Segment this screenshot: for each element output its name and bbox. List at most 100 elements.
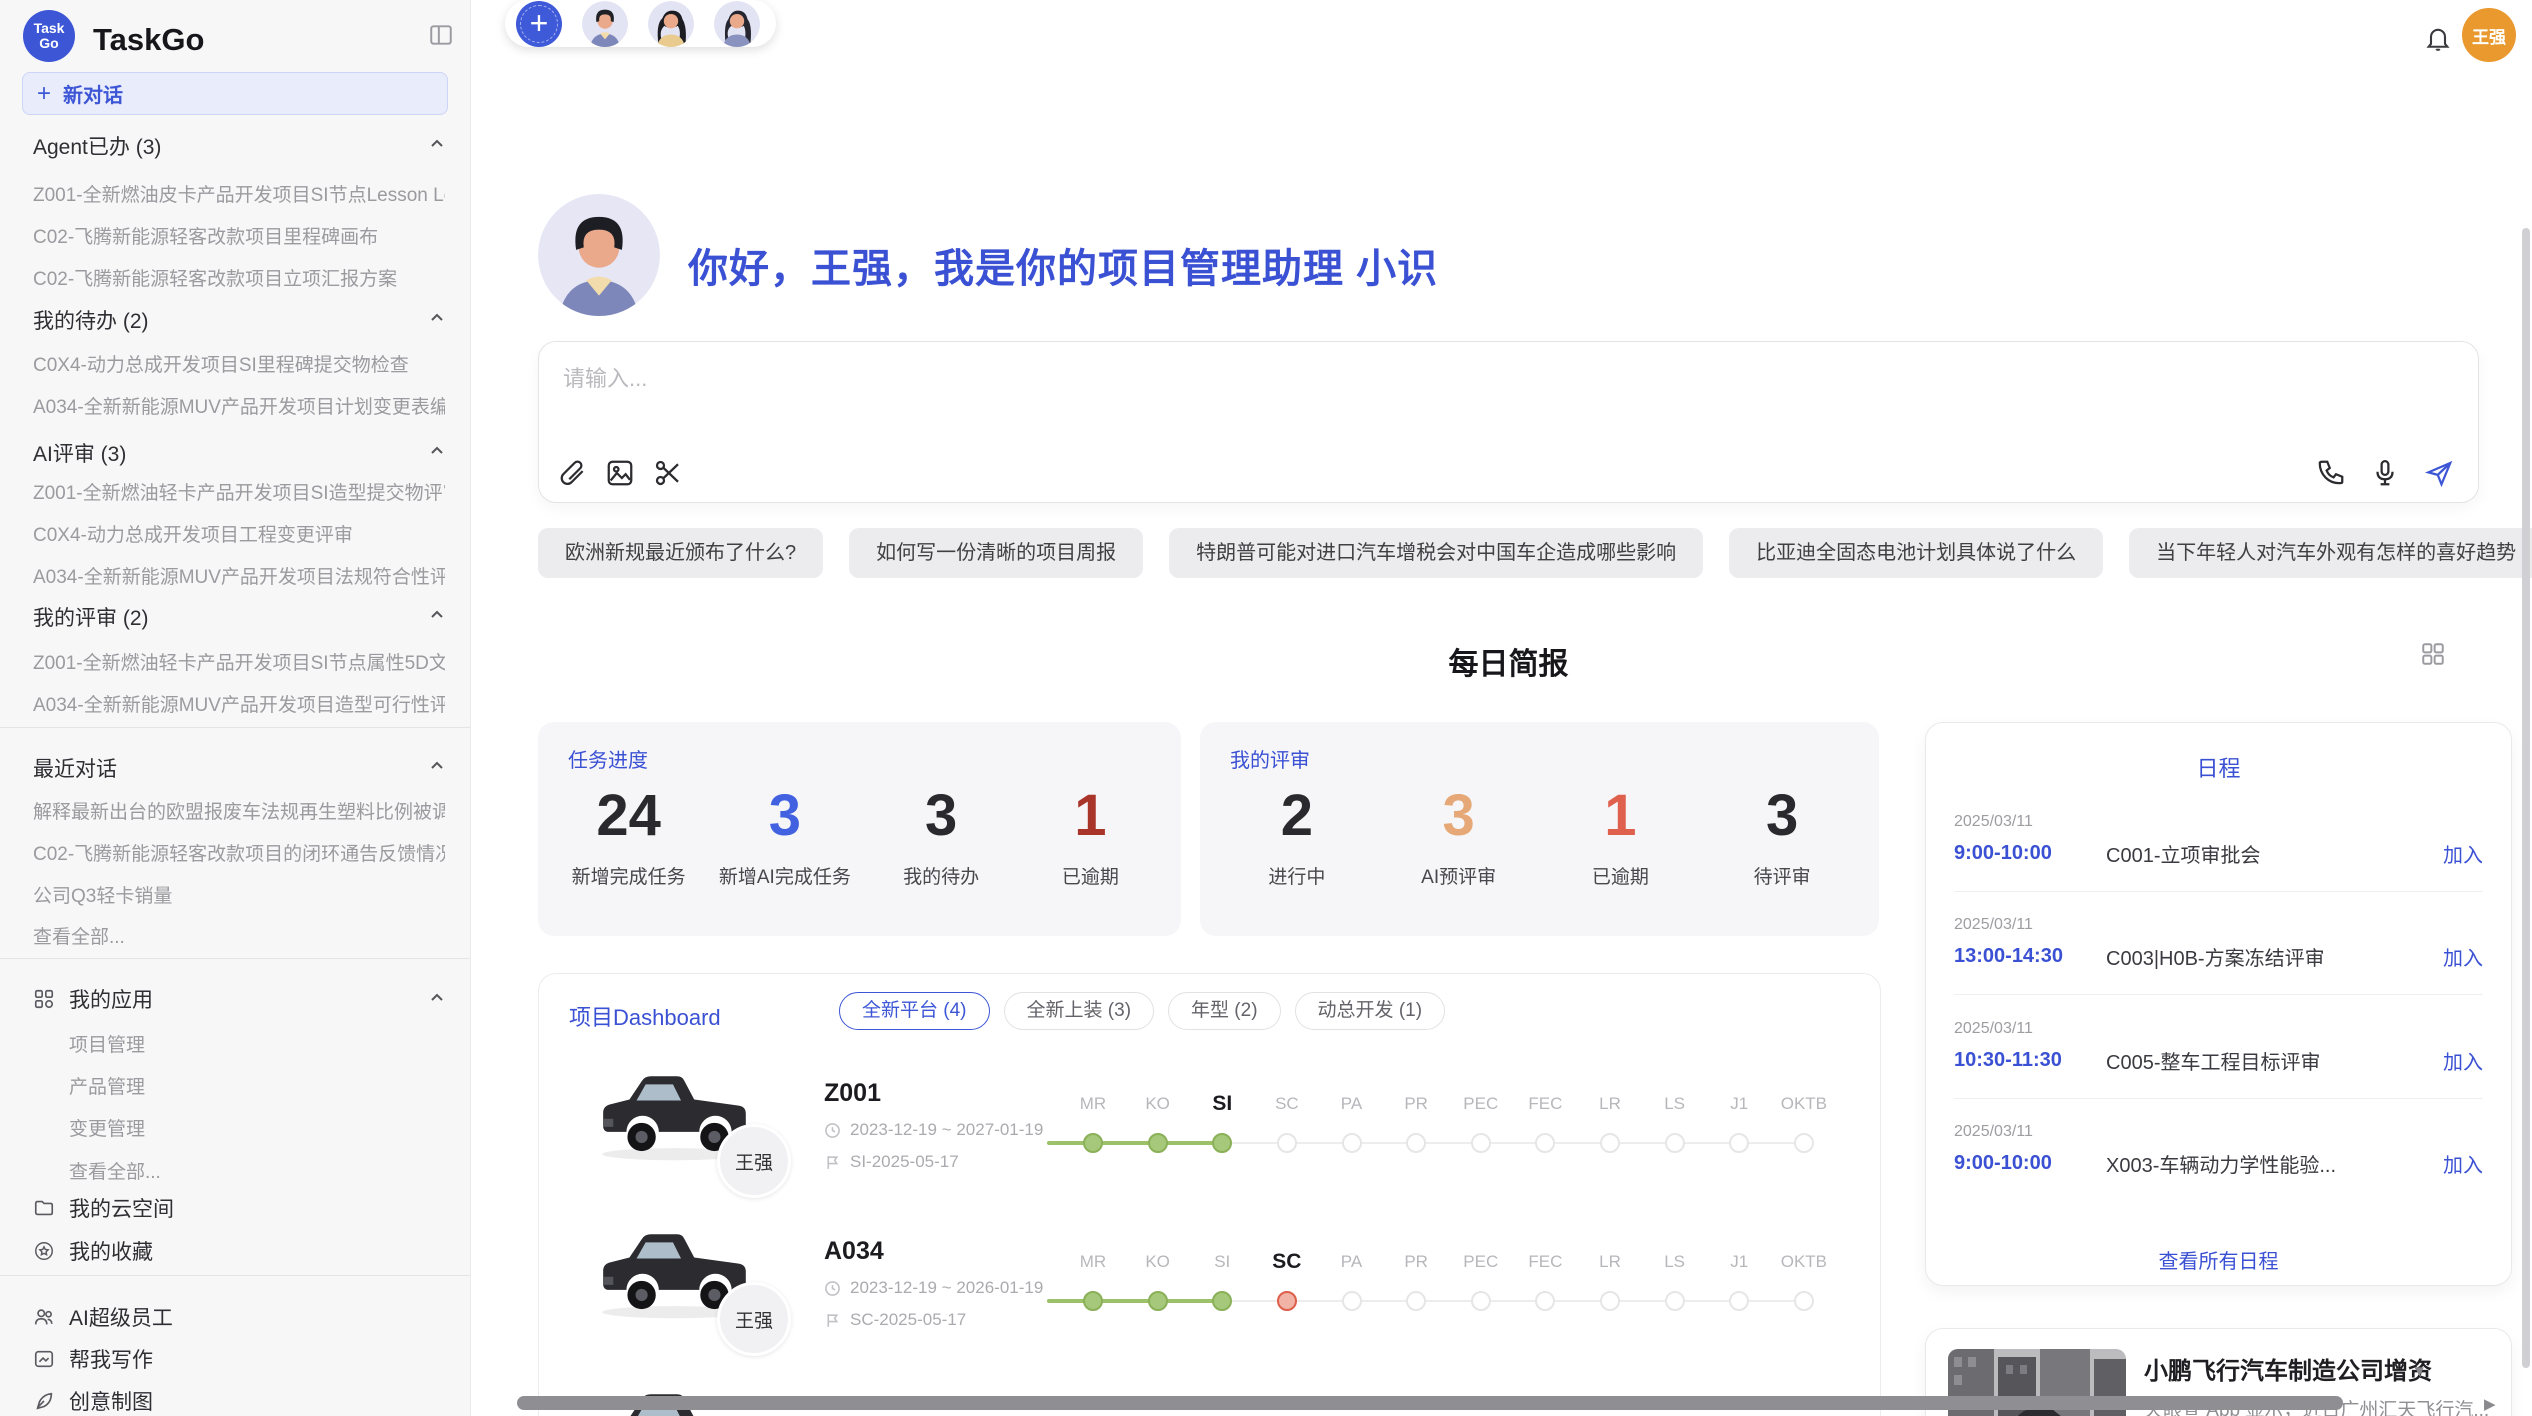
join-button[interactable]: 加入 — [2443, 1046, 2483, 1075]
sidebar-item-my-apps[interactable]: 我的应用 — [33, 984, 153, 1014]
stat-label: 进行中 — [1238, 862, 1356, 889]
chat-input[interactable] — [561, 358, 1965, 400]
avatar[interactable] — [714, 1, 760, 47]
new-chat-button[interactable]: + 新对话 — [22, 72, 448, 115]
scroll-right-arrow[interactable]: ▶ — [2484, 1397, 2496, 1412]
suggestion-chip[interactable]: 欧洲新规最近颁布了什么? — [538, 528, 823, 578]
project-name[interactable]: Z001 — [824, 1079, 881, 1108]
sidebar-item-cloud[interactable]: 我的云空间 — [33, 1193, 174, 1223]
view-all-schedule-link[interactable]: 查看所有日程 — [1926, 1245, 2511, 1274]
schedule-time: 9:00-10:00 — [1954, 1152, 2106, 1175]
sidebar-item-favorites[interactable]: 我的收藏 — [33, 1236, 153, 1266]
stat-new-done: 24 新增完成任务 — [570, 782, 688, 889]
stat-label: 已逾期 — [1031, 862, 1149, 889]
sidebar-item[interactable]: C02-飞腾新能源轻客改款项目立项汇报方案 — [33, 264, 445, 291]
app-title: TaskGo — [93, 22, 204, 58]
join-button[interactable]: 加入 — [2443, 839, 2483, 868]
suggestion-chip[interactable]: 如何写一份清晰的项目周报 — [849, 528, 1143, 578]
milestone-dot — [1665, 1291, 1685, 1311]
sidebar-item[interactable]: C0X4-动力总成开发项目SI里程碑提交物检查 — [33, 350, 445, 377]
chevron-up-icon[interactable] — [427, 988, 447, 1008]
task-progress-stats: 24 新增完成任务 3 新增AI完成任务 3 我的待办 1 已逾期 — [538, 782, 1181, 889]
milestone: PA — [1320, 1087, 1384, 1153]
bell-icon[interactable] — [2424, 24, 2452, 52]
project-dates-text: 2023-12-19 ~ 2027-01-19 — [850, 1120, 1043, 1140]
chevron-up-icon[interactable] — [427, 441, 447, 461]
image-icon[interactable] — [605, 458, 635, 488]
send-icon[interactable] — [2424, 458, 2454, 488]
section-agent-done[interactable]: Agent已办 (3) — [33, 131, 161, 161]
recent-view-all[interactable]: 查看全部... — [33, 922, 445, 949]
chevron-up-icon[interactable] — [427, 756, 447, 776]
sidebar-item[interactable]: Z001-全新燃油轻卡产品开发项目SI造型提交物评审 — [33, 478, 445, 505]
add-conversation-button[interactable]: + — [516, 1, 562, 47]
sidebar-item[interactable]: C0X4-动力总成开发项目工程变更评审 — [33, 520, 445, 547]
avatar[interactable] — [648, 1, 694, 47]
task-progress-title: 任务进度 — [568, 744, 648, 773]
apps-view-all[interactable]: 查看全部... — [69, 1157, 161, 1184]
sidebar-item[interactable]: A034-全新新能源MUV产品开发项目造型可行性评审 — [33, 690, 445, 717]
section-recent-chats[interactable]: 最近对话 — [33, 753, 117, 783]
sidebar-collapse-icon[interactable] — [428, 22, 454, 48]
section-ai-review[interactable]: AI评审 (3) — [33, 438, 126, 468]
sidebar-item[interactable]: Z001-全新燃油轻卡产品开发项目SI节点属性5D文件评审 — [33, 648, 445, 675]
milestone-current: SC — [1255, 1245, 1319, 1311]
stat-value: 3 — [1400, 782, 1518, 850]
section-my-todo[interactable]: 我的待办 (2) — [33, 305, 149, 335]
sidebar-item-creative-draw[interactable]: 创意制图 — [33, 1386, 153, 1416]
milestone: PEC — [1449, 1245, 1513, 1311]
milestone-dot — [1729, 1133, 1749, 1153]
user-avatar[interactable]: 王强 — [2462, 8, 2516, 62]
news-title[interactable]: 小鹏飞行汽车制造公司增资 — [2144, 1351, 2432, 1386]
app-item-product-mgmt[interactable]: 产品管理 — [69, 1072, 145, 1099]
recent-chat-item[interactable]: C02-飞腾新能源轻客改款项目的闭环通告反馈情况 — [33, 839, 445, 866]
chevron-up-icon[interactable] — [427, 308, 447, 328]
schedule-event-title: C005-整车工程目标评审 — [2106, 1046, 2443, 1075]
vertical-scrollbar[interactable] — [2522, 228, 2530, 1368]
sidebar-item-ai-employee[interactable]: AI超级员工 — [33, 1302, 173, 1332]
recent-chat-item[interactable]: 解释最新出台的欧盟报废车法规再生塑料比例被调至15%... — [33, 797, 445, 824]
suggestion-chip[interactable]: 当下年轻人对汽车外观有怎样的喜好趋势 — [2129, 528, 2532, 578]
scissors-icon[interactable] — [653, 458, 683, 488]
recent-chat-item[interactable]: 公司Q3轻卡销量 — [33, 881, 445, 908]
sidebar-item[interactable]: Z001-全新燃油皮卡产品开发项目SI节点Lesson Learn报告 — [33, 180, 445, 207]
suggestion-chip[interactable]: 特朗普可能对进口汽车增税会对中国车企造成哪些影响 — [1169, 528, 1703, 578]
stat-label: AI预评审 — [1400, 862, 1518, 889]
help-write-label: 帮我写作 — [69, 1344, 153, 1374]
sidebar-item[interactable]: A034-全新新能源MUV产品开发项目计划变更表编写 — [33, 392, 445, 419]
logo-line2: Go — [39, 36, 58, 51]
milestone-dot — [1665, 1133, 1685, 1153]
scroll-down-arrow[interactable]: ▼ — [2412, 1364, 2427, 1379]
sidebar-item[interactable]: C02-飞腾新能源轻客改款项目里程碑画布 — [33, 222, 445, 249]
phone-icon[interactable] — [2316, 458, 2346, 488]
tab-model-year[interactable]: 年型 (2) — [1168, 992, 1281, 1030]
tab-new-body[interactable]: 全新上装 (3) — [1004, 992, 1155, 1030]
grid-icon[interactable] — [2420, 641, 2446, 667]
project-name[interactable]: A034 — [824, 1237, 884, 1266]
join-button[interactable]: 加入 — [2443, 942, 2483, 971]
join-button[interactable]: 加入 — [2443, 1149, 2483, 1178]
stat-value: 3 — [882, 782, 1000, 850]
logo-line1: Task — [34, 21, 65, 36]
tab-powertrain[interactable]: 动总开发 (1) — [1295, 992, 1446, 1030]
paperclip-icon[interactable] — [557, 458, 587, 488]
milestone-dot — [1600, 1133, 1620, 1153]
tab-new-platform[interactable]: 全新平台 (4) — [839, 992, 990, 1030]
new-chat-label: 新对话 — [63, 79, 123, 108]
app-item-project-mgmt[interactable]: 项目管理 — [69, 1030, 145, 1057]
horizontal-scrollbar[interactable] — [517, 1396, 2343, 1410]
milestone: FEC — [1513, 1087, 1577, 1153]
chevron-up-icon[interactable] — [427, 134, 447, 154]
suggestion-chip[interactable]: 比亚迪全固态电池计划具体说了什么 — [1729, 528, 2103, 578]
app-item-change-mgmt[interactable]: 变更管理 — [69, 1114, 145, 1141]
sidebar-item[interactable]: A034-全新新能源MUV产品开发项目法规符合性评审 — [33, 562, 445, 589]
chevron-up-icon[interactable] — [427, 605, 447, 625]
milestone: J1 — [1707, 1245, 1771, 1311]
sidebar-item-help-write[interactable]: 帮我写作 — [33, 1344, 153, 1374]
my-review-card: 我的评审 2 进行中 3 AI预评审 1 已逾期 3 待评审 — [1200, 722, 1879, 936]
stat-ai-done: 3 新增AI完成任务 — [719, 782, 851, 889]
microphone-icon[interactable] — [2370, 458, 2400, 488]
section-my-review[interactable]: 我的评审 (2) — [33, 602, 149, 632]
avatar[interactable] — [582, 1, 628, 47]
stat-value: 3 — [719, 782, 851, 850]
